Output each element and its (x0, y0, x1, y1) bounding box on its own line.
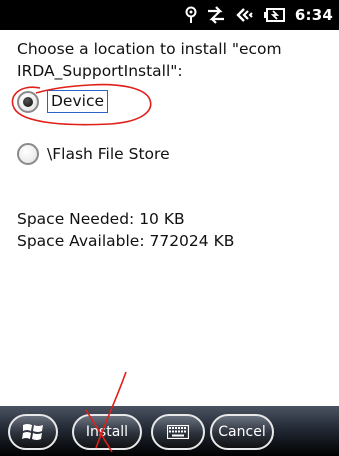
battery-charging-icon (263, 8, 285, 22)
antenna-icon (185, 6, 197, 23)
space-needed-text: Space Needed: 10 KB (17, 210, 185, 228)
space-info: Space Needed: 10 KB Space Available: 772… (17, 208, 234, 252)
install-prompt: Choose a location to install "ecom IRDA_… (17, 40, 282, 80)
bottom-taskbar: Install Cancel (0, 406, 339, 456)
option-device[interactable]: Device (17, 90, 109, 113)
option-flash-file-store[interactable]: \Flash File Store (17, 143, 170, 165)
install-button-label: Install (85, 424, 129, 440)
cancel-button-label: Cancel (218, 424, 266, 440)
flash-file-store-radio-button[interactable] (17, 143, 39, 165)
space-available-text: Space Available: 772024 KB (17, 232, 235, 250)
device-option-label[interactable]: Device (47, 90, 109, 113)
install-button[interactable]: Install (72, 414, 142, 450)
flash-file-store-option-label[interactable]: \Flash File Store (47, 144, 170, 165)
speaker-icon (236, 8, 253, 22)
clock-time: 6:34 (294, 6, 333, 24)
install-location-dialog: Choose a location to install "ecom IRDA_… (0, 30, 339, 406)
cancel-button[interactable]: Cancel (210, 414, 274, 450)
start-button[interactable] (8, 414, 58, 450)
device-radio-button[interactable] (17, 90, 39, 113)
keyboard-button[interactable] (151, 414, 205, 450)
sync-arrows-icon (207, 6, 224, 24)
windows-logo-icon (22, 424, 43, 440)
status-bar: 6:34 (0, 0, 339, 30)
keyboard-icon (167, 425, 189, 439)
status-icons: 6:34 (185, 0, 333, 30)
